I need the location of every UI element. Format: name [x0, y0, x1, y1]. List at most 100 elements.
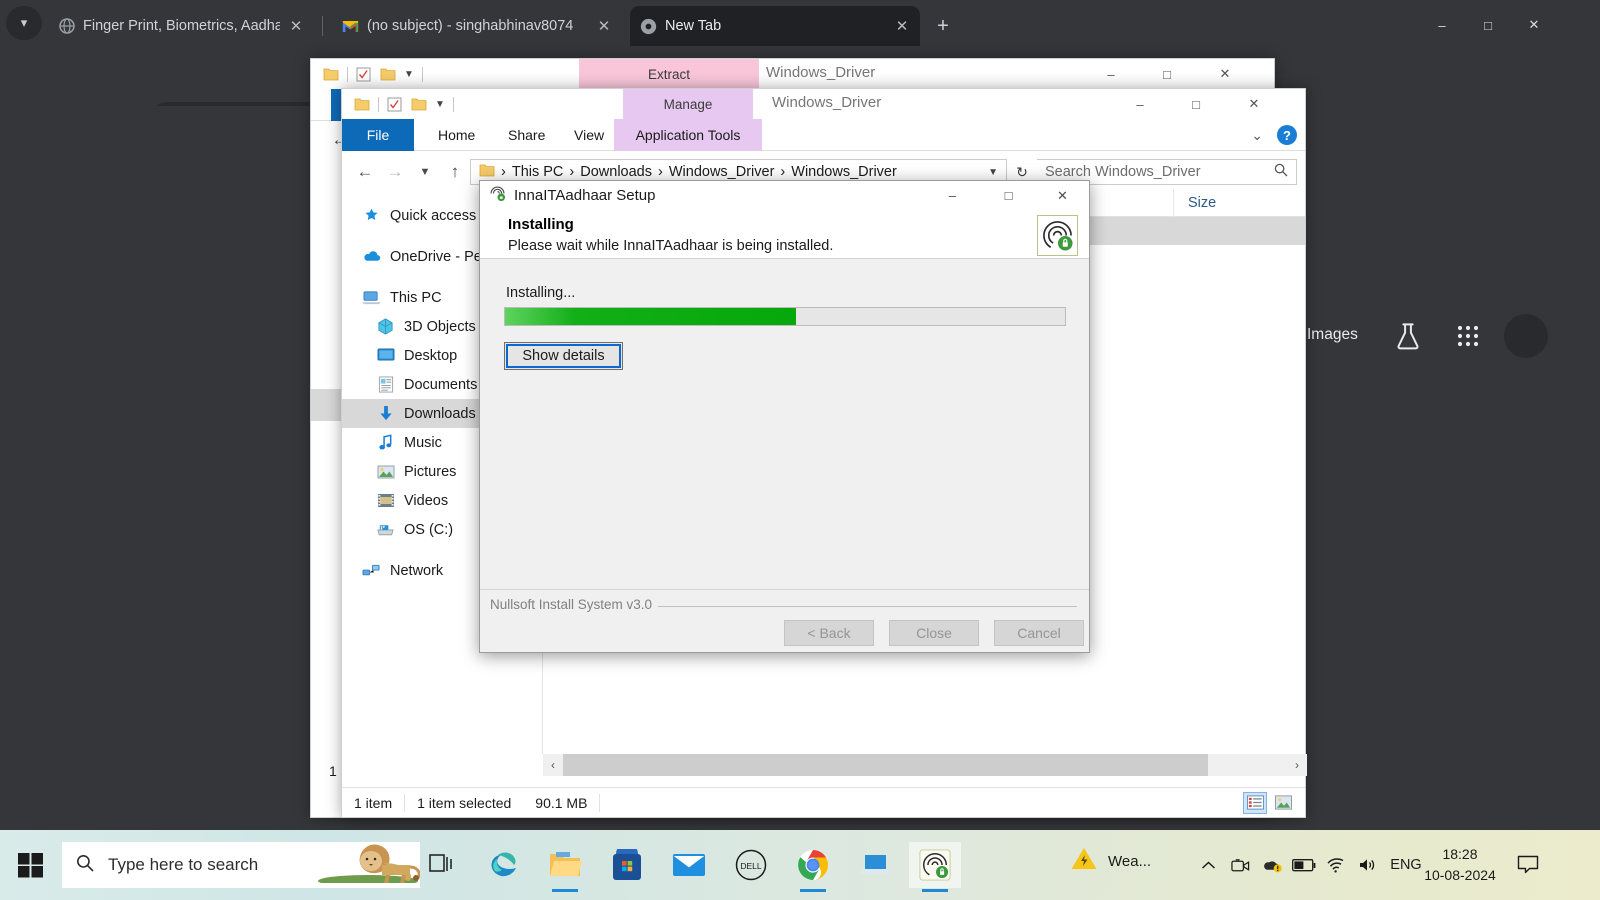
onedrive-alert-icon[interactable] — [1256, 830, 1288, 900]
breadcrumb-item-2[interactable]: Windows_Driver — [669, 164, 775, 180]
installer-maximize-button[interactable]: □ — [986, 181, 1031, 210]
refresh-icon[interactable]: ↻ — [1007, 164, 1037, 181]
windows-start-icon[interactable] — [10, 844, 52, 886]
search-input[interactable]: Type here to search — [62, 842, 420, 888]
properties-check-icon[interactable] — [356, 67, 372, 82]
clock-date: 10-08-2024 — [1424, 867, 1496, 883]
weather-widget[interactable]: Wea... — [1070, 846, 1151, 876]
nav-item-label: Music — [404, 434, 442, 451]
google-apps-grid-icon[interactable] — [1452, 320, 1484, 352]
contextual-tab-extract[interactable]: Extract — [579, 59, 759, 89]
explorer-minimize-button[interactable]: – — [1117, 89, 1163, 119]
view-mode-buttons — [1243, 791, 1295, 814]
installer-close-button[interactable]: ✕ — [1040, 181, 1085, 210]
scrollbar-track[interactable] — [563, 754, 1287, 776]
up-button[interactable]: ↑ — [440, 157, 470, 187]
cancel-button[interactable]: Cancel — [994, 620, 1084, 646]
taskbar-app-file-explorer[interactable] — [539, 842, 591, 892]
qat-dropdown-icon[interactable]: ▼ — [435, 99, 445, 110]
horizontal-scrollbar[interactable]: ‹ › — [543, 754, 1307, 776]
large-icons-view-icon[interactable] — [1271, 792, 1295, 814]
new-folder-icon[interactable] — [411, 97, 427, 111]
tab-close-icon[interactable]: ✕ — [288, 19, 304, 34]
scrollbar-thumb[interactable] — [563, 754, 1208, 776]
taskbar-app-remote-desktop[interactable] — [849, 842, 901, 888]
taskbar-clock[interactable]: 18:28 10-08-2024 — [1412, 844, 1508, 886]
qat-dropdown-icon[interactable]: ▼ — [404, 69, 414, 80]
chevron-up-icon[interactable] — [1192, 830, 1224, 900]
images-link[interactable]: Images — [1307, 326, 1358, 344]
search-placeholder: Search Windows_Driver — [1045, 164, 1201, 180]
ribbon-tab-share[interactable]: Share — [494, 119, 559, 151]
explorer-back-minimize-button[interactable]: – — [1088, 59, 1134, 89]
onedrive-cloud-icon — [362, 247, 381, 266]
browser-close-button[interactable]: ✕ — [1512, 8, 1556, 42]
new-folder-icon[interactable] — [380, 67, 396, 81]
contextual-tab-manage[interactable]: Manage — [623, 89, 753, 119]
chevron-down-icon[interactable]: ▼ — [988, 167, 998, 178]
explorer-back-maximize-button[interactable]: □ — [1144, 59, 1190, 89]
qat-separator — [347, 66, 348, 82]
back-button[interactable]: < Back — [784, 620, 874, 646]
battery-icon[interactable] — [1288, 830, 1320, 900]
taskbar-app-chrome[interactable] — [787, 842, 839, 892]
recent-locations-icon[interactable]: ▼ — [410, 157, 440, 187]
task-view-icon[interactable] — [428, 852, 458, 878]
ribbon-tab-file[interactable]: File — [342, 119, 414, 151]
installer-heading: Installing — [508, 216, 574, 233]
volume-icon[interactable] — [1352, 830, 1384, 900]
explorer-back-close-button[interactable]: ✕ — [1202, 59, 1248, 89]
ribbon-tab-application-tools[interactable]: Application Tools — [614, 119, 762, 151]
folder-icon[interactable] — [354, 97, 370, 111]
browser-tab-1[interactable]: (no subject) - singhabhinav8074 ✕ — [332, 6, 622, 46]
labs-flask-icon[interactable] — [1392, 320, 1424, 352]
ribbon-tab-view[interactable]: View — [560, 119, 618, 151]
tab-search-dropdown-icon[interactable]: ▾ — [6, 6, 42, 40]
installer-dialog[interactable]: InnaITAadhaar Setup – □ ✕ Installing Ple… — [479, 180, 1090, 653]
explorer-forward-button[interactable]: → — [380, 157, 410, 187]
breadcrumb-item-1[interactable]: Downloads — [580, 164, 652, 180]
status-selected-size: 90.1 MB — [523, 793, 601, 812]
ribbon-expand-icon[interactable]: ⌄ — [1251, 127, 1263, 144]
ribbon-tab-home[interactable]: Home — [424, 119, 489, 151]
account-avatar[interactable] — [1504, 314, 1548, 358]
breadcrumb-item-0[interactable]: This PC — [512, 164, 564, 180]
help-icon[interactable]: ? — [1277, 125, 1297, 145]
camera-icon[interactable] — [1224, 830, 1256, 900]
notification-icon[interactable] — [1512, 830, 1544, 900]
scroll-left-arrow-icon[interactable]: ‹ — [543, 754, 563, 776]
scroll-right-arrow-icon[interactable]: › — [1287, 754, 1307, 776]
taskbar-app-microsoft-store[interactable] — [601, 842, 653, 888]
nav-item-label: Desktop — [404, 347, 458, 364]
wifi-icon[interactable] — [1320, 830, 1352, 900]
folder-icon[interactable] — [323, 67, 339, 81]
explorer-maximize-button[interactable]: □ — [1173, 89, 1219, 119]
taskbar-app-edge[interactable] — [477, 842, 529, 888]
browser-minimize-button[interactable]: – — [1420, 8, 1464, 42]
tab-close-icon[interactable]: ✕ — [894, 19, 910, 34]
browser-tab-2[interactable]: New Tab ✕ — [630, 6, 920, 46]
properties-check-icon[interactable] — [387, 97, 403, 112]
new-tab-button[interactable]: + — [930, 14, 956, 40]
network-icon — [362, 561, 381, 580]
column-header-size[interactable]: Size — [1173, 188, 1293, 217]
weather-storm-icon — [1070, 846, 1098, 876]
taskbar-app-dell[interactable]: DELL — [725, 842, 777, 888]
browser-maximize-button[interactable]: □ — [1466, 8, 1510, 42]
details-view-icon[interactable] — [1243, 791, 1267, 814]
tab-close-icon[interactable]: ✕ — [596, 19, 612, 34]
browser-tab-label: New Tab — [665, 18, 722, 34]
breadcrumb-sep: › — [658, 164, 663, 180]
explorer-back-button[interactable]: ← — [350, 157, 380, 187]
breadcrumb-item-3[interactable]: Windows_Driver — [791, 164, 897, 180]
breadcrumb-sep: › — [501, 164, 506, 180]
taskbar-app-mail[interactable] — [663, 842, 715, 888]
taskbar-app-innaitaadhaar[interactable] — [909, 842, 961, 892]
show-details-button[interactable]: Show details — [504, 342, 623, 370]
close-button[interactable]: Close — [889, 620, 979, 646]
installer-minimize-button[interactable]: – — [930, 181, 975, 210]
search-icon — [1274, 163, 1288, 181]
explorer-close-button[interactable]: ✕ — [1231, 89, 1277, 119]
progress-bar — [504, 307, 1066, 326]
browser-tab-0[interactable]: Finger Print, Biometrics, Aadhaa ✕ — [48, 6, 314, 46]
